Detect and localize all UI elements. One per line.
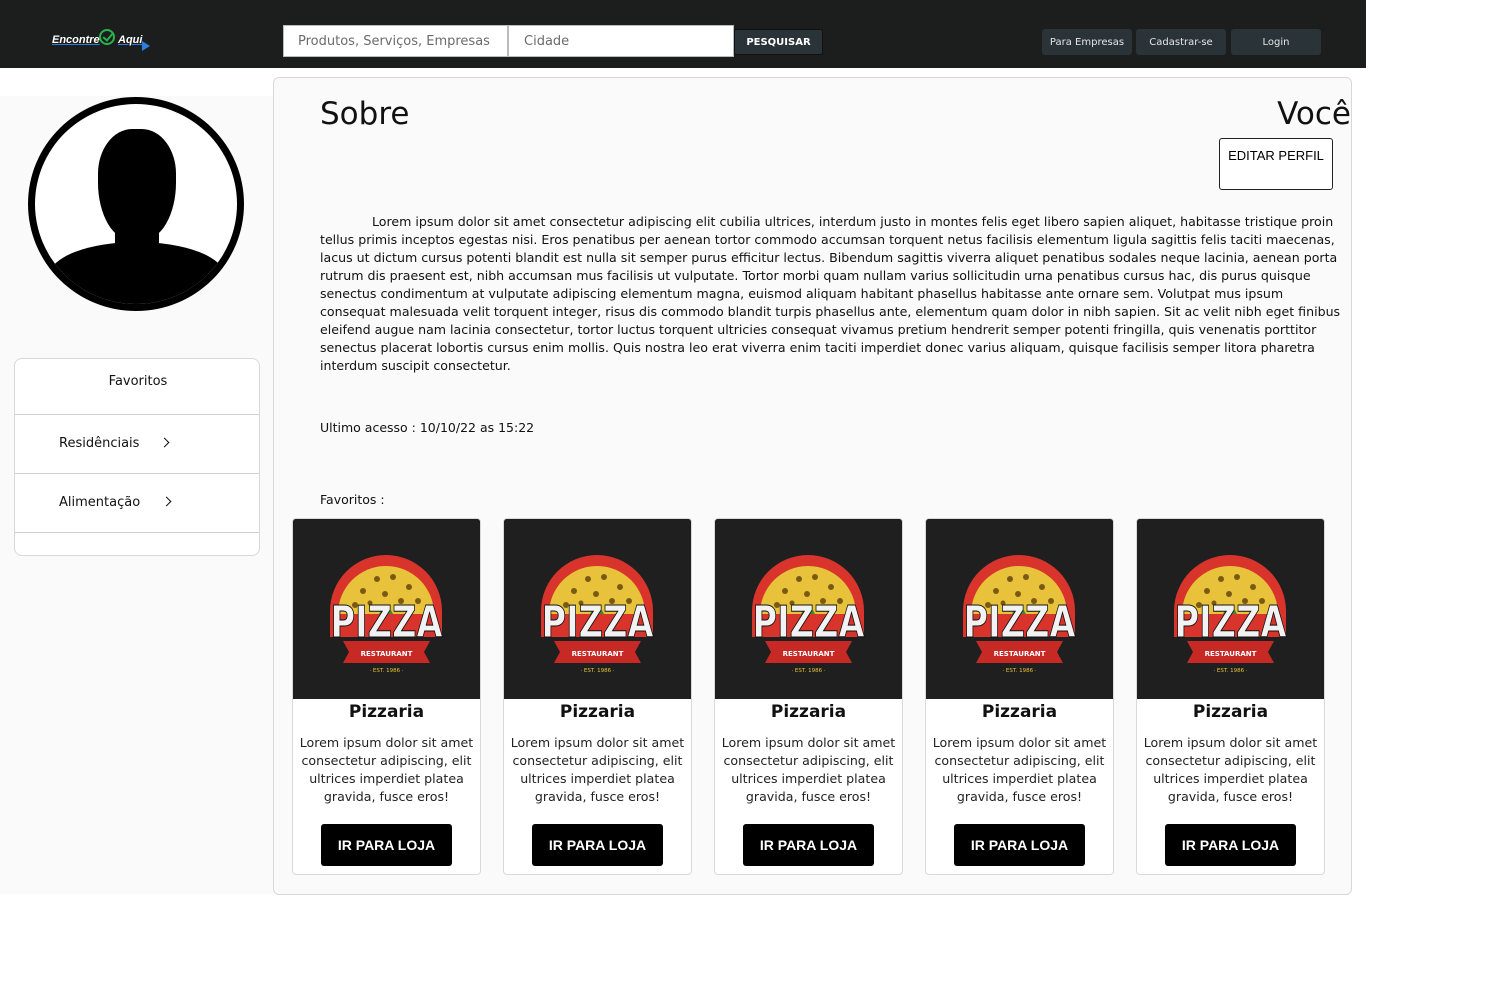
store-card: PIZZA RESTAURANT · EST. 1986 · Pizzaria … (925, 518, 1114, 875)
store-card: PIZZA RESTAURANT · EST. 1986 · Pizzaria … (714, 518, 903, 875)
svg-text:PIZZA: PIZZA (1175, 597, 1287, 648)
login-button[interactable]: Login (1231, 29, 1321, 55)
signup-button[interactable]: Cadastrar-se (1136, 29, 1226, 55)
sidebar-item-alimentacao[interactable]: Alimentação (15, 473, 259, 533)
store-name: Pizzaria (348, 702, 425, 722)
pizza-logo-image: PIZZA RESTAURANT · EST. 1986 · (1137, 519, 1324, 699)
logo-word-encontre: Encontre (52, 34, 100, 46)
pizza-logo-icon: PIZZA RESTAURANT · EST. 1986 · (926, 519, 1113, 699)
store-description: Lorem ipsum dolor sit amet consectetur a… (510, 735, 685, 804)
sidebar-item-label: Alimentação (59, 495, 141, 510)
svg-text:· EST. 1986 ·: · EST. 1986 · (369, 668, 403, 674)
store-description: Lorem ipsum dolor sit amet consectetur a… (932, 735, 1107, 804)
site-logo[interactable]: Encontre Aqui (52, 29, 152, 52)
store-card: PIZZA RESTAURANT · EST. 1986 · Pizzaria … (1136, 518, 1325, 875)
avatar-head-shape (98, 129, 176, 241)
go-to-store-button[interactable]: IR PARA LOJA (532, 824, 663, 866)
go-to-store-button[interactable]: IR PARA LOJA (1165, 824, 1296, 866)
go-to-store-button[interactable]: IR PARA LOJA (321, 824, 452, 866)
page-title-sobre: Sobre (320, 96, 410, 132)
go-to-store-button[interactable]: IR PARA LOJA (743, 824, 874, 866)
svg-text:PIZZA: PIZZA (964, 597, 1076, 648)
pizza-logo-image: PIZZA RESTAURANT · EST. 1986 · (293, 519, 480, 699)
store-name: Pizzaria (770, 702, 847, 722)
pizza-logo-image: PIZZA RESTAURANT · EST. 1986 · (926, 519, 1113, 699)
svg-text:RESTAURANT: RESTAURANT (783, 650, 835, 658)
store-card: PIZZA RESTAURANT · EST. 1986 · Pizzaria … (503, 518, 692, 875)
pizza-logo-icon: PIZZA RESTAURANT · EST. 1986 · (1137, 519, 1324, 699)
svg-text:RESTAURANT: RESTAURANT (1205, 650, 1257, 658)
favorites-menu-title: Favoritos (108, 374, 168, 389)
svg-text:· EST. 1986 ·: · EST. 1986 · (791, 668, 825, 674)
svg-text:PIZZA: PIZZA (753, 597, 865, 648)
svg-text:RESTAURANT: RESTAURANT (572, 650, 624, 658)
pizza-logo-icon: PIZZA RESTAURANT · EST. 1986 · (293, 519, 480, 699)
last-access-text: Ultimo acesso : 10/10/22 as 15:22 (320, 420, 535, 435)
pizza-logo-image: PIZZA RESTAURANT · EST. 1986 · (504, 519, 691, 699)
svg-text:RESTAURANT: RESTAURANT (361, 650, 413, 658)
store-card: PIZZA RESTAURANT · EST. 1986 · Pizzaria … (292, 518, 481, 875)
svg-text:PIZZA: PIZZA (542, 597, 654, 648)
pizza-logo-image: PIZZA RESTAURANT · EST. 1986 · (715, 519, 902, 699)
store-description: Lorem ipsum dolor sit amet consectetur a… (299, 735, 474, 804)
svg-text:· EST. 1986 ·: · EST. 1986 · (580, 668, 614, 674)
edit-profile-button[interactable]: EDITAR PERFIL (1219, 138, 1333, 190)
svg-text:RESTAURANT: RESTAURANT (994, 650, 1046, 658)
favorites-menu: Favoritos Residênciais Alimentação (14, 358, 260, 556)
svg-text:· EST. 1986 ·: · EST. 1986 · (1002, 668, 1036, 674)
play-arrow-icon (142, 41, 150, 51)
store-description: Lorem ipsum dolor sit amet consectetur a… (721, 735, 896, 804)
sidebar-item-label: Residênciais (59, 436, 140, 451)
go-to-store-button[interactable]: IR PARA LOJA (954, 824, 1085, 866)
pizza-logo-icon: PIZZA RESTAURANT · EST. 1986 · (715, 519, 902, 699)
store-name: Pizzaria (559, 702, 636, 722)
checkmark-icon (99, 29, 115, 45)
store-name: Pizzaria (981, 702, 1058, 722)
search-input[interactable] (283, 25, 508, 57)
top-navbar: Encontre Aqui PESQUISAR Para Empresas Ca… (0, 0, 1366, 68)
logo-word-aqui: Aqui (118, 34, 143, 46)
svg-text:· EST. 1986 ·: · EST. 1986 · (1213, 668, 1247, 674)
svg-text:PIZZA: PIZZA (331, 597, 443, 648)
avatar (28, 97, 244, 311)
store-description: Lorem ipsum dolor sit amet consectetur a… (1143, 735, 1318, 804)
chevron-right-icon (159, 437, 170, 448)
store-name: Pizzaria (1192, 702, 1269, 722)
favorites-section-label: Favoritos : (320, 492, 385, 507)
sidebar-item-residenciais[interactable]: Residênciais (15, 414, 259, 474)
for-business-button[interactable]: Para Empresas (1042, 29, 1132, 55)
search-button[interactable]: PESQUISAR (734, 29, 823, 55)
page-title-voce: Você (1277, 96, 1351, 132)
pizza-logo-icon: PIZZA RESTAURANT · EST. 1986 · (504, 519, 691, 699)
city-input[interactable] (508, 25, 734, 57)
about-text: Lorem ipsum dolor sit amet consectetur a… (320, 214, 1341, 373)
chevron-right-icon (161, 496, 172, 507)
